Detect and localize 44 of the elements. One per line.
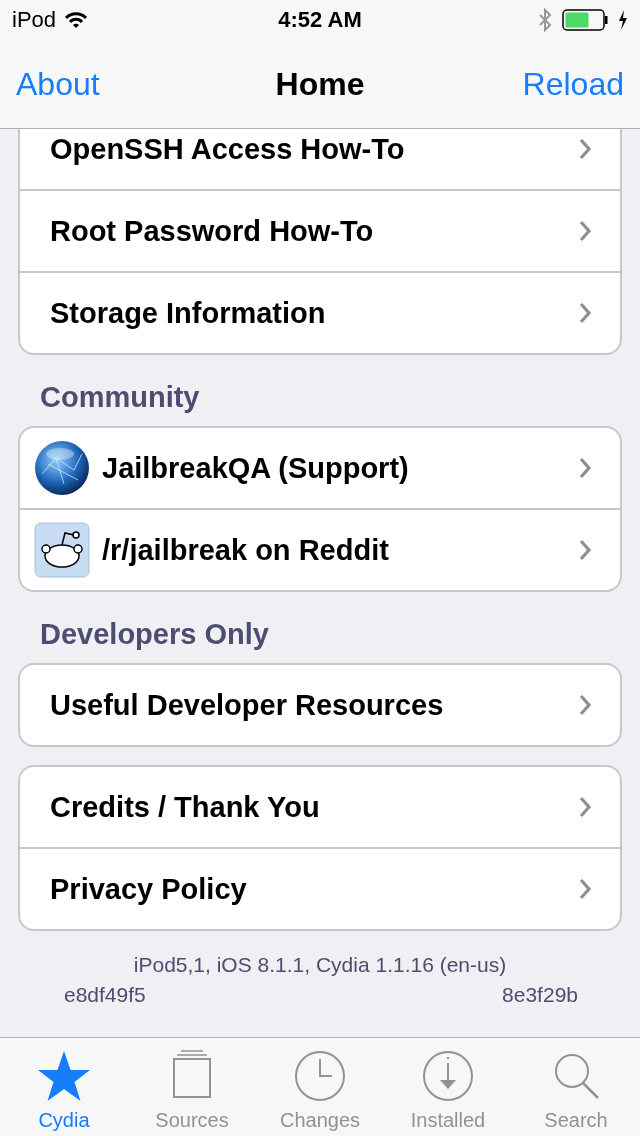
globe-icon xyxy=(34,440,90,496)
nav-title: Home xyxy=(275,65,365,103)
item-label: OpenSSH Access How-To xyxy=(49,132,406,166)
tab[interactable]: Cydia xyxy=(0,1038,128,1136)
section-header: Community xyxy=(39,380,201,415)
bluetooth-icon xyxy=(538,8,552,32)
chevron-icon xyxy=(578,302,592,324)
status-time: 4:52 AM xyxy=(278,7,362,33)
chevron-icon xyxy=(578,694,592,716)
chevron-icon xyxy=(578,138,592,160)
list-item[interactable]: Root Password How-To xyxy=(20,189,620,271)
item-label: Credits / Thank You xyxy=(49,790,321,824)
chevron-icon xyxy=(578,220,592,242)
chevron-icon xyxy=(578,878,592,900)
item-label: /r/jailbreak on Reddit xyxy=(101,533,390,567)
chevron-icon xyxy=(578,796,592,818)
section-header: Developers Only xyxy=(39,617,270,652)
clock-icon xyxy=(292,1049,348,1103)
robot-head-icon xyxy=(34,522,90,578)
battery-icon xyxy=(562,9,608,31)
item-label: Root Password How-To xyxy=(49,214,375,248)
download-icon xyxy=(420,1049,476,1103)
carrier-name: iPod xyxy=(12,7,57,33)
chevron-icon xyxy=(578,539,592,561)
item-label: Storage Information xyxy=(49,296,327,330)
list-item[interactable]: Storage Information xyxy=(20,271,620,353)
item-label: Useful Developer Resources xyxy=(49,688,445,722)
about-button[interactable]: About xyxy=(16,65,100,103)
list-item[interactable]: JailbreakQA (Support) xyxy=(20,428,620,508)
reload-button[interactable]: Reload xyxy=(522,65,624,103)
list-item[interactable]: Credits / Thank You xyxy=(20,767,620,847)
charging-icon xyxy=(618,9,628,31)
list-item[interactable]: Useful Developer Resources xyxy=(20,665,620,745)
item-label: Privacy Policy xyxy=(49,872,248,906)
list-item[interactable]: /r/jailbreak on Reddit xyxy=(20,508,620,590)
device-id: 8e3f29b xyxy=(502,983,578,1007)
device-id: e8df49f5 xyxy=(64,983,146,1007)
list-item[interactable]: Privacy Policy xyxy=(20,847,620,929)
list-item[interactable]: OpenSSH Access How-To xyxy=(20,129,620,189)
device-info: iPod5,1, iOS 8.1.1, Cydia 1.1.16 (en-us) xyxy=(133,953,507,977)
star-icon xyxy=(36,1049,92,1103)
item-label: JailbreakQA (Support) xyxy=(101,451,410,485)
chevron-icon xyxy=(578,457,592,479)
wifi-icon xyxy=(64,11,89,29)
